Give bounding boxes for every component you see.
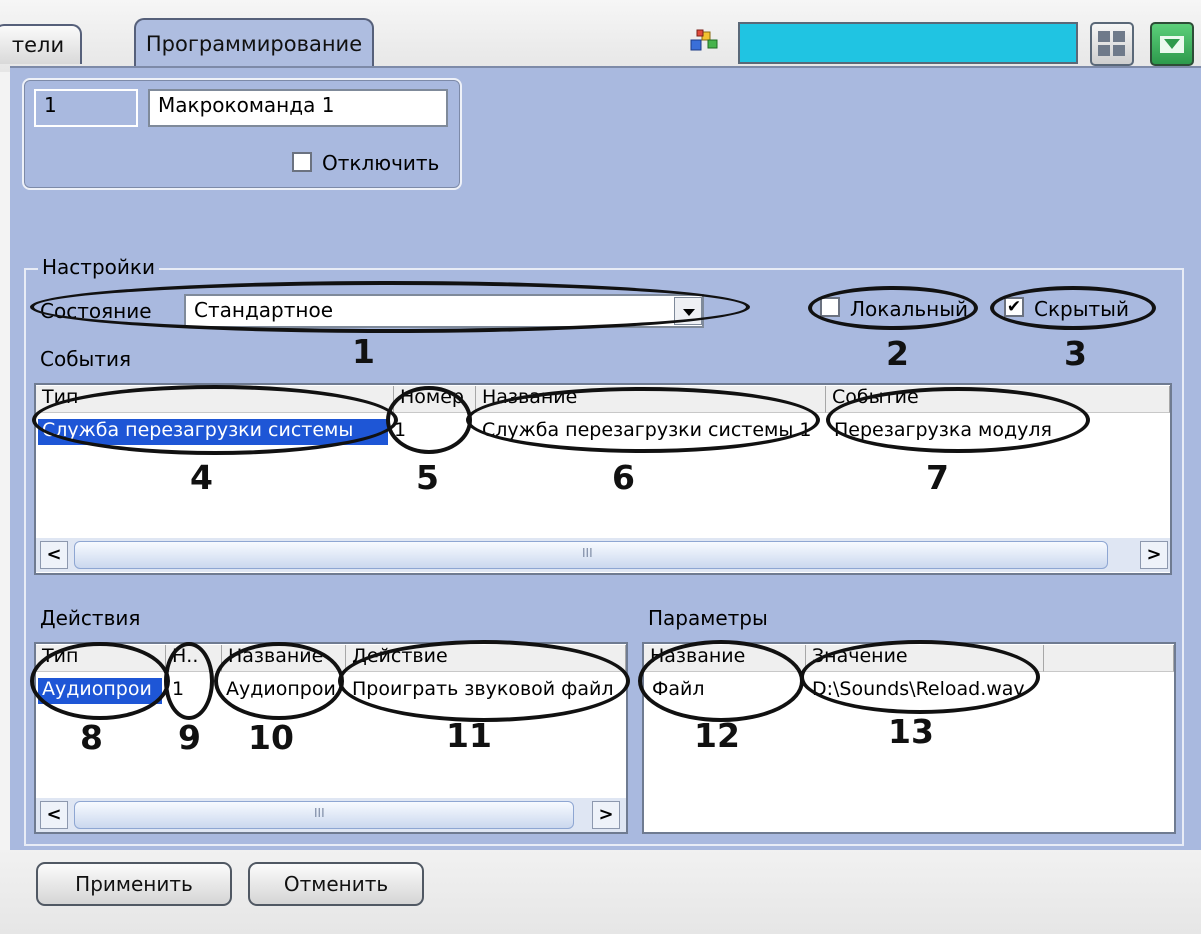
events-col-number[interactable]: Номер — [394, 386, 476, 413]
callout-number: 7 — [926, 458, 949, 497]
callout-number: 5 — [416, 458, 439, 497]
callout-number: 9 — [178, 718, 201, 757]
state-label: Состояние — [40, 299, 152, 323]
disable-checkbox[interactable] — [292, 152, 312, 172]
tab-programming-label: Программирование — [145, 32, 363, 56]
events-scroll-left-icon[interactable]: < — [40, 541, 68, 569]
params-col-value[interactable]: Значение — [806, 645, 1044, 672]
actions-col-action[interactable]: Действие — [346, 645, 626, 672]
settings-title: Настройки — [38, 255, 159, 279]
actions-col-number[interactable]: Н.. — [166, 645, 222, 672]
actions-title: Действия — [40, 606, 141, 630]
callout-number: 3 — [1064, 334, 1087, 373]
actions-row-action[interactable]: Проиграть звуковой файл — [348, 678, 626, 704]
local-label: Локальный — [850, 297, 969, 321]
events-row-event[interactable]: Перезагрузка модуля — [830, 419, 1170, 445]
params-title: Параметры — [648, 606, 768, 630]
actions-col-name[interactable]: Название — [222, 645, 346, 672]
tab-users[interactable]: тели — [0, 24, 82, 64]
actions-row-name[interactable]: Аудиопрои — [222, 678, 344, 704]
events-scroll-grip: III — [582, 546, 593, 560]
callout-number: 1 — [352, 332, 375, 371]
hidden-label: Скрытый — [1034, 297, 1129, 321]
macro-id-field[interactable]: 1 — [34, 89, 138, 127]
callout-number: 11 — [446, 716, 492, 755]
dropdown-arrow-icon[interactable] — [1150, 22, 1194, 66]
actions-row-number[interactable]: 1 — [168, 678, 218, 704]
params-row-name[interactable]: Файл — [648, 678, 804, 704]
state-select[interactable]: Стандартное — [184, 294, 704, 328]
cancel-button[interactable]: Отменить — [248, 862, 424, 906]
local-checkbox[interactable] — [820, 297, 840, 317]
callout-number: 13 — [888, 712, 934, 751]
macro-name-field[interactable]: Макрокоманда 1 — [148, 89, 448, 127]
callout-number: 12 — [694, 716, 740, 755]
checkmark-icon: ✔ — [1006, 297, 1022, 317]
object-tree-icon[interactable] — [688, 26, 720, 56]
actions-col-type[interactable]: Тип — [36, 645, 166, 672]
callout-number: 2 — [886, 334, 909, 373]
disable-label: Отключить — [322, 151, 440, 175]
actions-row-type[interactable]: Аудиопрои — [38, 678, 162, 704]
events-col-name[interactable]: Название — [476, 386, 826, 413]
callout-number: 10 — [248, 718, 294, 757]
state-dropdown-icon[interactable] — [674, 297, 702, 325]
actions-scroll-grip: III — [314, 806, 325, 820]
params-col-name[interactable]: Название — [644, 645, 806, 672]
hidden-checkbox[interactable]: ✔ — [1004, 297, 1024, 317]
callout-number: 4 — [190, 458, 213, 497]
tab-users-label: тели — [11, 33, 65, 57]
events-scroll-right-icon[interactable]: > — [1140, 541, 1168, 569]
params-row-value[interactable]: D:\Sounds\Reload.wav — [808, 678, 1044, 704]
callout-number: 8 — [80, 718, 103, 757]
params-col-empty — [1044, 645, 1174, 672]
tab-programming[interactable]: Программирование — [134, 18, 374, 68]
apply-button[interactable]: Применить — [36, 862, 232, 906]
search-input[interactable] — [738, 22, 1078, 64]
events-row-type[interactable]: Служба перезагрузки системы — [38, 419, 388, 445]
events-row-number[interactable]: 1 — [390, 419, 474, 445]
actions-scroll-right-icon[interactable]: > — [592, 801, 620, 829]
events-title: События — [40, 347, 132, 371]
actions-scroll-left-icon[interactable]: < — [40, 801, 68, 829]
events-col-type[interactable]: Тип — [36, 386, 394, 413]
layout-grid-icon[interactable] — [1090, 22, 1134, 66]
events-col-event[interactable]: Событие — [826, 386, 1170, 413]
callout-number: 6 — [612, 458, 635, 497]
events-row-name[interactable]: Служба перезагрузки системы 1 — [478, 419, 824, 445]
